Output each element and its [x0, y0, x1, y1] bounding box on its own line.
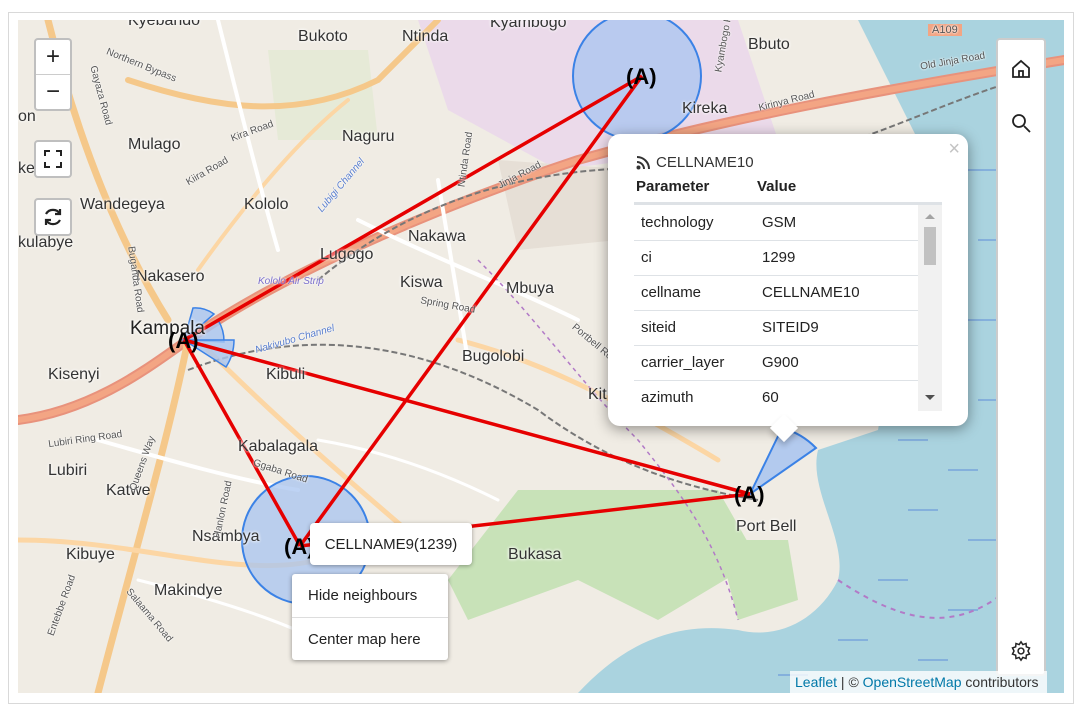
cell-tower-icon[interactable]: (A): [734, 482, 765, 508]
scroll-up-icon[interactable]: [918, 207, 942, 225]
fullscreen-button[interactable]: [34, 140, 72, 178]
place-label: Nakawa: [408, 228, 466, 245]
scrollbar-thumb[interactable]: [924, 227, 936, 265]
place-label: Kololo: [244, 196, 289, 213]
place-label: Wandegeya: [80, 196, 165, 213]
place-label: Kyebando: [128, 20, 201, 29]
place-label: Bbuto: [748, 36, 790, 53]
place-label: Bukoto: [298, 28, 348, 45]
settings-button[interactable]: [1006, 636, 1036, 666]
place-label: Bugolobi: [462, 348, 525, 365]
gear-icon: [1011, 640, 1031, 662]
place-label: Mulago: [128, 136, 181, 153]
parameter-cell: cellname: [641, 284, 702, 301]
place-label: Bukasa: [508, 546, 562, 563]
table-row: ci 1299: [634, 240, 918, 276]
sidebar: [996, 38, 1046, 676]
refresh-button[interactable]: [34, 198, 72, 236]
parameter-cell: ci: [641, 249, 652, 266]
table-scrollbar[interactable]: [918, 205, 942, 411]
refresh-icon: [36, 200, 70, 234]
value-cell: G900: [762, 354, 799, 371]
value-cell: 1299: [762, 249, 796, 266]
cell-tooltip: CELLNAME9(1239): [310, 523, 472, 565]
hide-neighbours-menu-item[interactable]: Hide neighbours: [292, 574, 448, 617]
table-row: technology GSM: [634, 205, 918, 241]
place-label: kulabye: [18, 234, 74, 251]
parameter-cell: siteid: [641, 319, 677, 336]
place-label: Kisenyi: [48, 366, 100, 383]
table-row: carrier_layer G900: [634, 345, 918, 381]
place-label: Makindye: [154, 582, 223, 599]
parameter-cell: azimuth: [641, 389, 694, 406]
value-cell: SITEID9: [762, 319, 819, 336]
rss-icon: [636, 155, 650, 169]
place-label: Mbuya: [506, 280, 555, 297]
column-header-parameter: Parameter: [636, 178, 710, 195]
parameter-table[interactable]: technology GSM ci 1299 cellname CELLNAME…: [634, 202, 942, 411]
popup-close-button[interactable]: ×: [948, 138, 960, 161]
place-label: Ntinda: [402, 28, 449, 45]
zoom-in-button[interactable]: +: [36, 40, 70, 74]
place-label: Lugogo: [320, 246, 374, 263]
cell-tower-icon[interactable]: (A): [626, 64, 657, 90]
place-label: ke: [18, 160, 35, 177]
parameter-cell: carrier_layer: [641, 354, 725, 371]
context-menu: Hide neighbours Center map here: [292, 574, 448, 660]
place-label: Lubiri: [48, 462, 88, 479]
value-cell: CELLNAME10: [762, 284, 860, 301]
scroll-down-icon[interactable]: [918, 389, 942, 407]
table-row: azimuth 60: [634, 380, 918, 411]
fullscreen-icon: [36, 142, 70, 176]
zoom-control: + −: [34, 38, 72, 111]
attribution-separator: | ©: [837, 674, 863, 690]
place-label: Naguru: [342, 128, 395, 145]
place-label: on: [18, 108, 36, 125]
table-row: cellname CELLNAME10: [634, 275, 918, 311]
search-button[interactable]: [1006, 108, 1036, 138]
place-label: Kibuli: [266, 366, 306, 383]
value-cell: 60: [762, 389, 779, 406]
value-cell: GSM: [762, 214, 797, 231]
column-header-value: Value: [757, 178, 797, 195]
search-icon: [1012, 114, 1031, 133]
popup-title: CELLNAME10: [656, 154, 754, 171]
popup-title-row: CELLNAME10: [636, 154, 754, 171]
center-map-menu-item[interactable]: Center map here: [292, 617, 448, 661]
attribution-suffix: contributors: [961, 674, 1039, 690]
zoom-out-button[interactable]: −: [36, 74, 70, 109]
map-attribution: Leaflet | © OpenStreetMap contributors: [790, 671, 1047, 693]
place-label: Kyambogo: [490, 20, 567, 31]
table-row: siteid SITEID9: [634, 310, 918, 346]
place-label: Kibuye: [66, 546, 115, 563]
cell-info-popup: × CELLNAME10 Parameter Value technology …: [608, 134, 968, 443]
parameter-cell: technology: [641, 214, 714, 231]
place-label: Kabalagala: [238, 438, 319, 455]
road-label: Kololo Air Strip: [258, 276, 324, 287]
place-label: Kiswa: [400, 274, 443, 291]
place-label: Port Bell: [736, 518, 797, 535]
place-label: Kireka: [682, 100, 728, 117]
home-button[interactable]: [1006, 54, 1036, 84]
place-label: Kit: [588, 386, 607, 403]
road-label: A109: [928, 24, 962, 36]
leaflet-link[interactable]: Leaflet: [795, 674, 837, 690]
place-label: Nsambya: [192, 528, 260, 545]
place-label: Nakasero: [136, 268, 205, 285]
cell-tower-icon[interactable]: (A): [168, 328, 199, 354]
openstreetmap-link[interactable]: OpenStreetMap: [863, 674, 962, 690]
home-icon: [1012, 59, 1030, 78]
